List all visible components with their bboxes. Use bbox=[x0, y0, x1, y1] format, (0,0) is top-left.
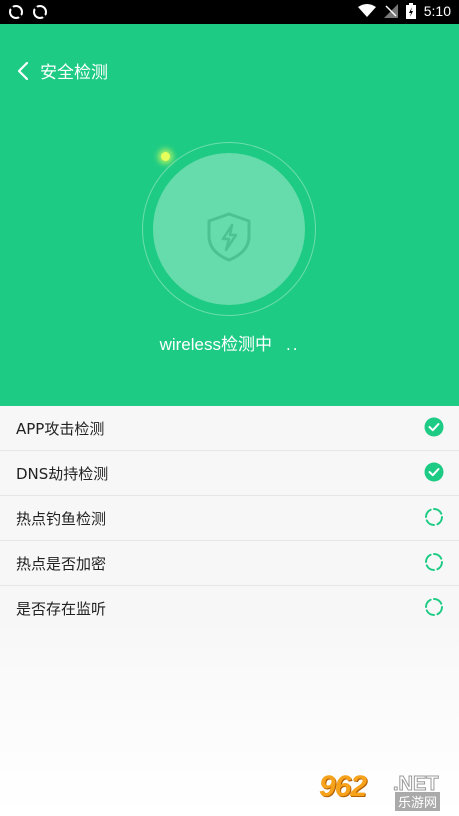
loading-spinner-icon bbox=[425, 553, 443, 571]
watermark-number: 962 bbox=[319, 770, 367, 803]
no-signal-icon bbox=[383, 4, 398, 18]
check-label: 热点钓鱼检测 bbox=[16, 509, 107, 528]
empty-area: 962 .NET 乐游网 bbox=[0, 630, 459, 816]
list-item: APP攻击检测 bbox=[0, 406, 459, 451]
list-item: 热点是否加密 bbox=[0, 541, 459, 586]
check-done-icon bbox=[424, 417, 444, 437]
back-arrow-icon[interactable] bbox=[14, 60, 34, 82]
check-label: 是否存在监听 bbox=[16, 599, 107, 618]
list-item: 是否存在监听 bbox=[0, 586, 459, 631]
list-item: 热点钓鱼检测 bbox=[0, 496, 459, 541]
scan-animation bbox=[142, 142, 316, 316]
page-title: 安全检测 bbox=[40, 63, 108, 83]
status-bar: 5:10 bbox=[0, 0, 459, 24]
scan-status: wireless检测中.. bbox=[0, 330, 459, 355]
clock: 5:10 bbox=[423, 3, 451, 19]
site-watermark-logo: 962 .NET 乐游网 bbox=[319, 770, 453, 811]
check-list: APP攻击检测 DNS劫持检测 热点钓鱼检测 热点是否加密 是否存在监听 bbox=[0, 406, 459, 631]
app-bar: 安全检测 bbox=[14, 58, 108, 83]
watermark-text: 乐游网 bbox=[395, 792, 441, 811]
check-label: DNS劫持检测 bbox=[16, 464, 109, 483]
scan-header: 安全检测 wireless检测中.. bbox=[0, 24, 459, 406]
battery-icon bbox=[405, 3, 416, 19]
shield-lightning-icon bbox=[207, 212, 251, 262]
check-label: 热点是否加密 bbox=[16, 554, 107, 573]
sync-icon-2 bbox=[33, 5, 47, 19]
check-label: APP攻击检测 bbox=[16, 419, 105, 438]
scan-status-label: wireless检测中 bbox=[159, 335, 272, 354]
sync-icon bbox=[9, 5, 23, 19]
scan-status-dots: .. bbox=[285, 335, 300, 354]
wifi-icon bbox=[357, 4, 376, 17]
loading-spinner-icon bbox=[425, 508, 443, 526]
loading-spinner-icon bbox=[425, 598, 443, 616]
scan-indicator-dot bbox=[161, 152, 170, 161]
check-done-icon bbox=[424, 462, 444, 482]
list-item: DNS劫持检测 bbox=[0, 451, 459, 496]
